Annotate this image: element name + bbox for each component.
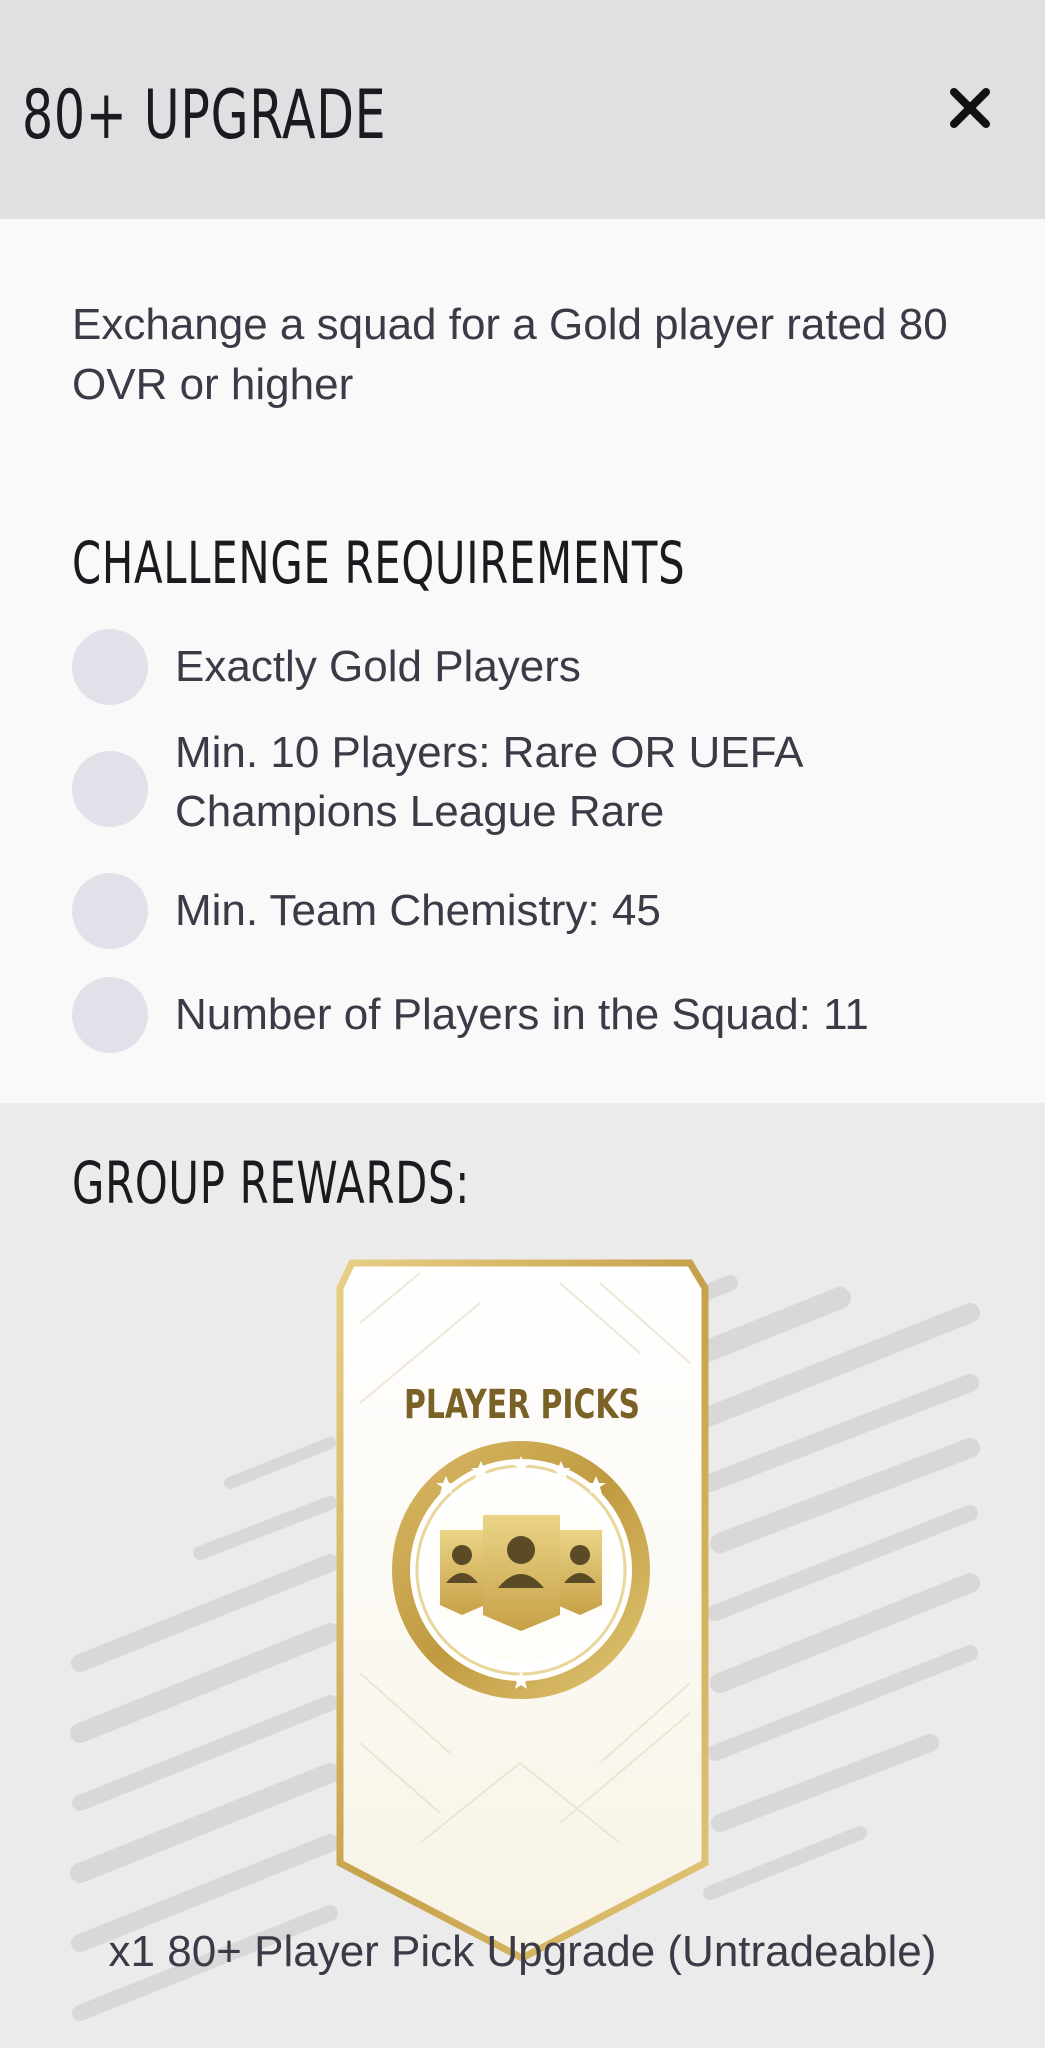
requirement-checkbox[interactable] (72, 629, 148, 705)
requirement-item: Min. 10 Players: Rare OR UEFA Champions … (72, 719, 1012, 839)
player-picks-card: PLAYER PICKS (336, 1259, 709, 1962)
reward-label: x1 80+ Player Pick Upgrade (Untradeable) (108, 1927, 937, 1976)
challenge-details: Exchange a squad for a Gold player rated… (0, 219, 1045, 1103)
requirement-item: Exactly Gold Players (72, 627, 1012, 707)
requirement-checkbox[interactable] (72, 873, 148, 949)
close-icon (950, 88, 990, 128)
requirement-label: Min. 10 Players: Rare OR UEFA Champions … (175, 728, 801, 836)
requirement-item: Min. Team Chemistry: 45 (72, 871, 1012, 951)
requirement-label: Exactly Gold Players (175, 642, 581, 691)
rewards-title: GROUP REWARDS: (72, 1149, 471, 1217)
rewards-section: GROUP REWARDS: PLAYER PICKS x1 80+ Playe… (0, 1103, 1045, 2048)
requirement-checkbox[interactable] (72, 977, 148, 1053)
header-bar: 80+ UPGRADE (0, 0, 1045, 219)
page-title: 80+ UPGRADE (22, 76, 387, 155)
requirements-title: CHALLENGE REQUIREMENTS (72, 529, 686, 597)
requirement-checkbox[interactable] (72, 751, 148, 827)
pack-title: PLAYER PICKS (404, 1382, 640, 1428)
player-picks-icon (392, 1441, 650, 1699)
requirement-label: Min. Team Chemistry: 45 (175, 886, 661, 935)
challenge-description: Exchange a squad for a Gold player rated… (72, 300, 948, 409)
requirement-label: Number of Players in the Squad: 11 (175, 990, 869, 1039)
close-button[interactable] (940, 78, 1000, 138)
requirement-item: Number of Players in the Squad: 11 (72, 975, 1012, 1055)
